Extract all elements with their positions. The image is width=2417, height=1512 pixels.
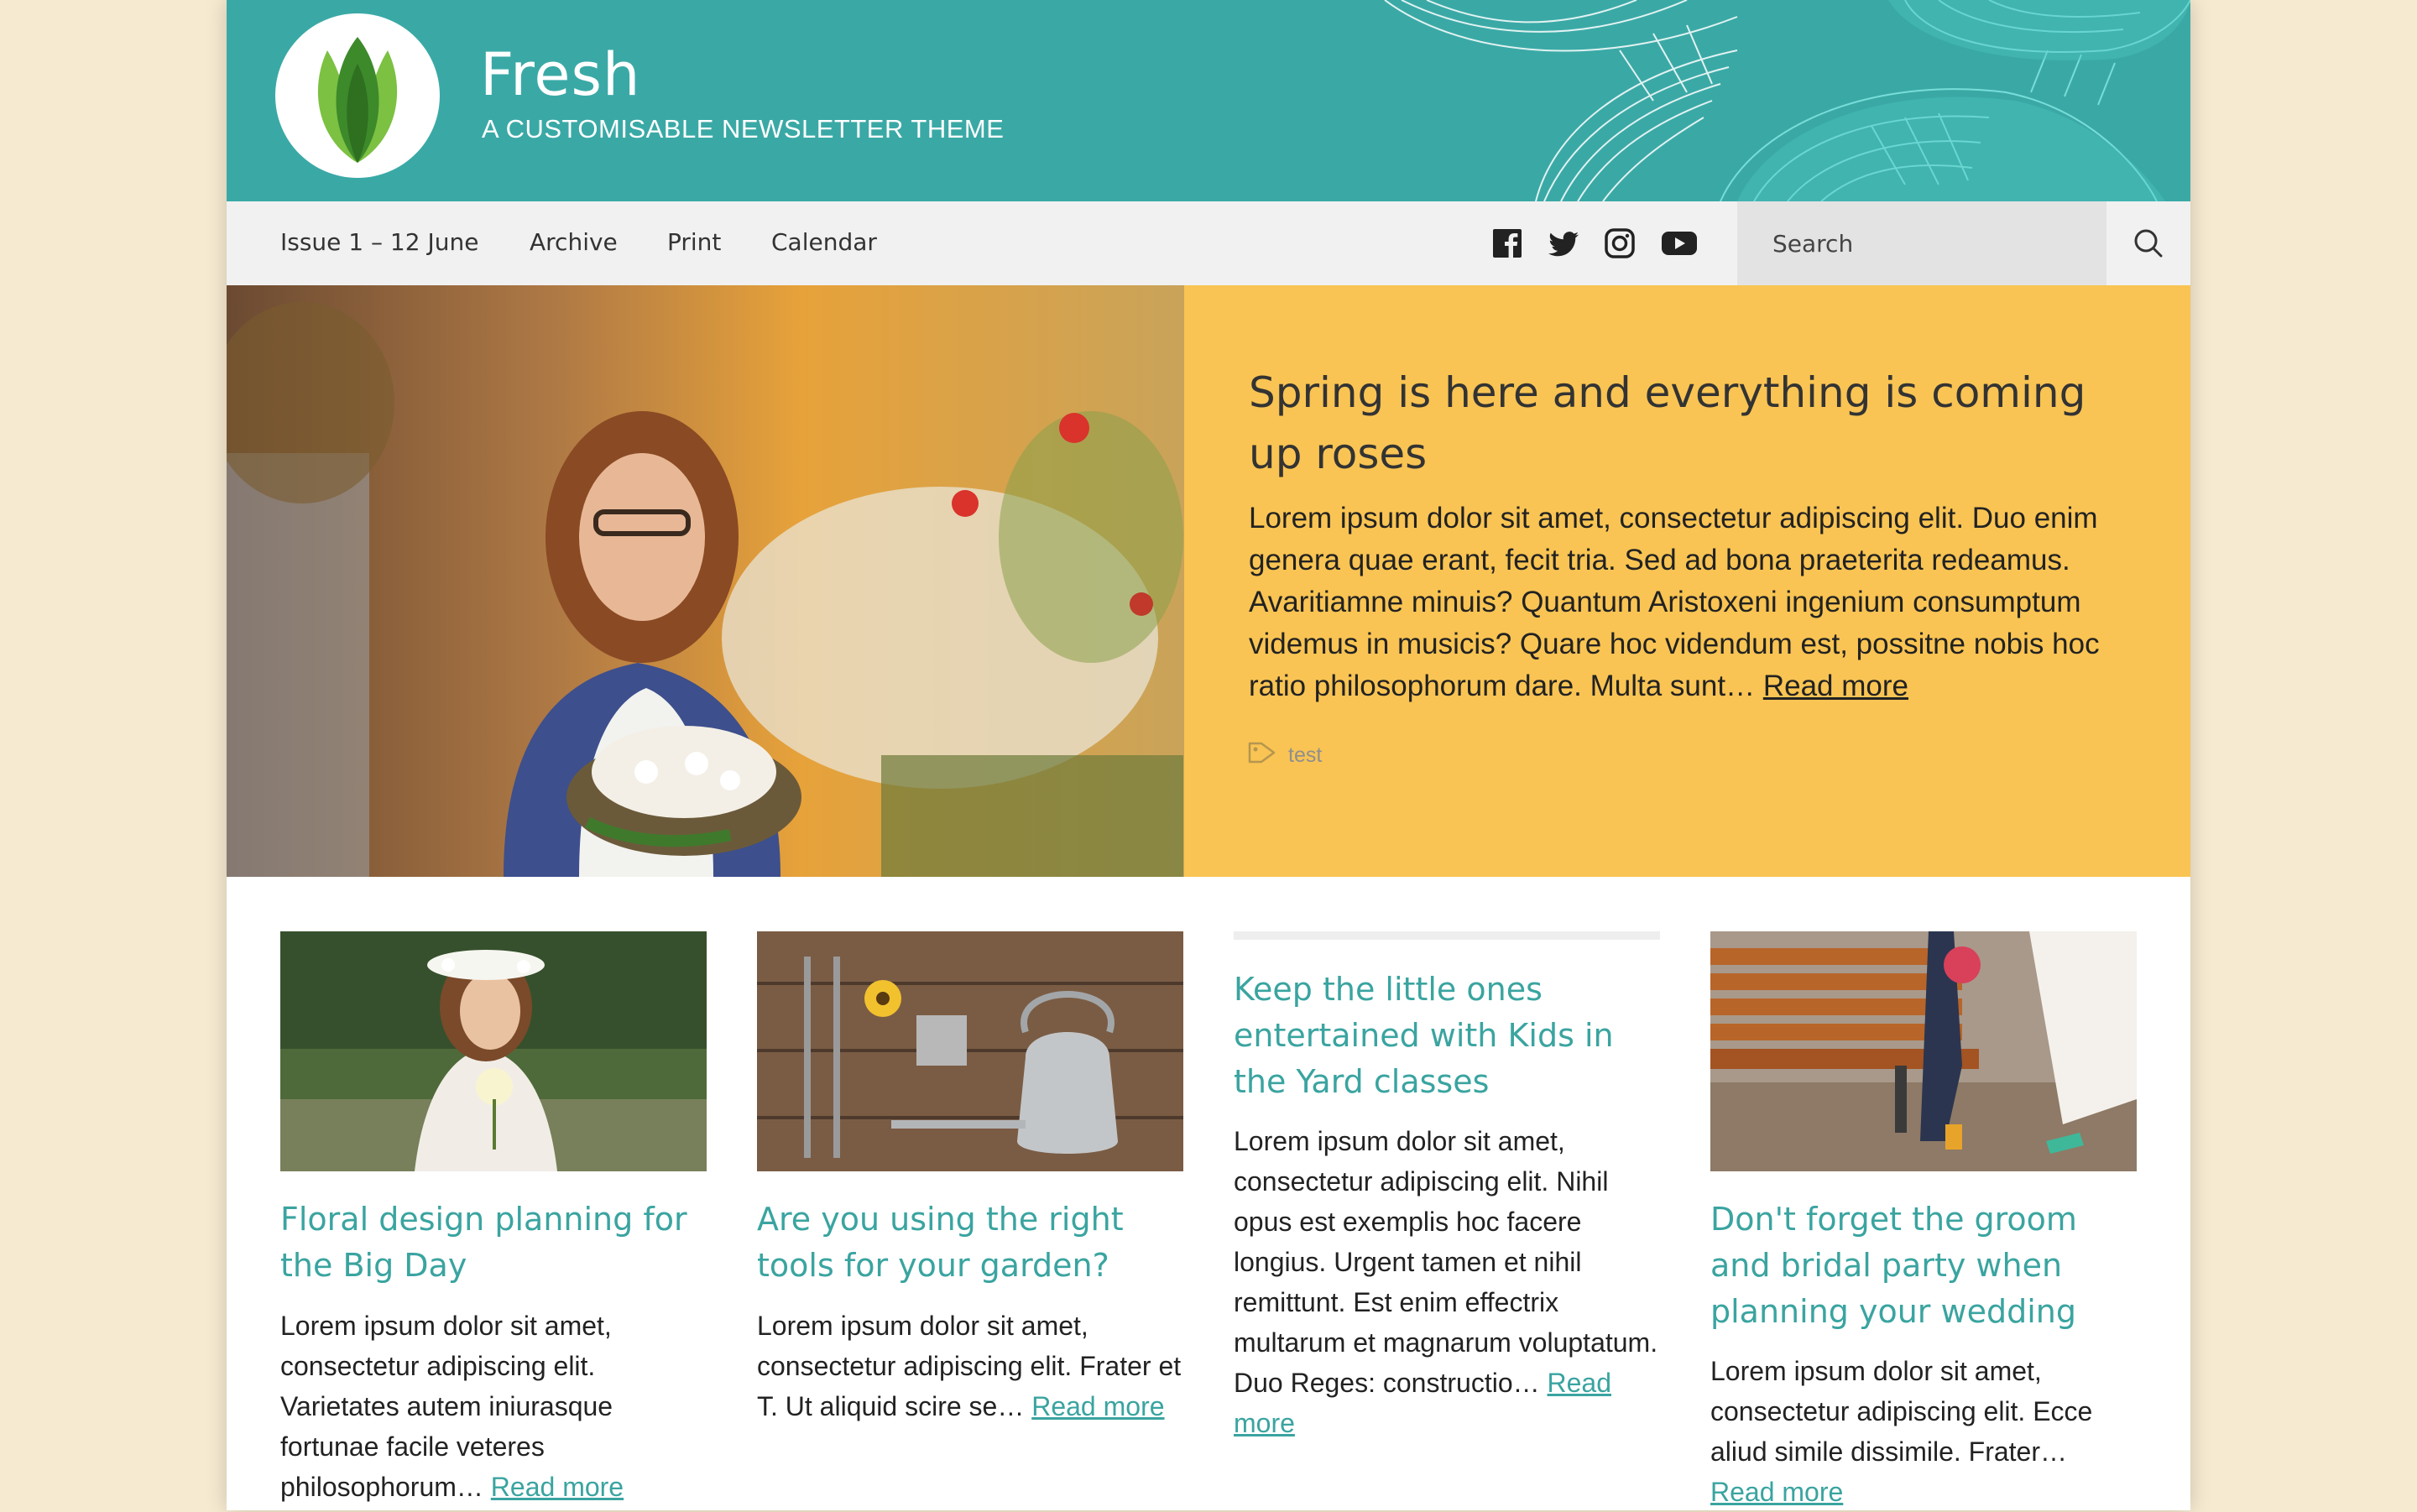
page-container: Fresh A CUSTOMISABLE NEWSLETTER THEME Is…: [227, 0, 2190, 1510]
post-excerpt: Lorem ipsum dolor sit amet, consectetur …: [280, 1306, 708, 1507]
site-tagline: A CUSTOMISABLE NEWSLETTER THEME: [482, 114, 1005, 143]
main-navigation: Issue 1 – 12 June Archive Print Calendar: [227, 201, 2190, 285]
leaf-logo-icon: [317, 37, 398, 163]
tag-icon: [1248, 742, 1276, 764]
post-image[interactable]: [280, 931, 707, 1171]
post-excerpt-text: Lorem ipsum dolor sit amet, consectetur …: [1710, 1356, 2093, 1467]
featured-image[interactable]: [227, 285, 1184, 877]
featured-excerpt-text: Lorem ipsum dolor sit amet, consectetur …: [1249, 502, 2100, 702]
divider: [1234, 931, 1660, 940]
search-icon[interactable]: [2106, 201, 2190, 285]
post-image[interactable]: [1710, 931, 2137, 1171]
facebook-icon[interactable]: [1490, 227, 1524, 260]
instagram-icon[interactable]: [1603, 227, 1637, 260]
site-logo[interactable]: [275, 13, 440, 178]
post-title[interactable]: Keep the little ones entertained with Ki…: [1234, 967, 1662, 1105]
post-excerpt: Lorem ipsum dolor sit amet, consectetur …: [1710, 1351, 2138, 1512]
search-input[interactable]: [1737, 201, 2106, 285]
post-excerpt-text: Lorem ipsum dolor sit amet, consectetur …: [1234, 1126, 1658, 1398]
nav-item-archive[interactable]: Archive: [530, 228, 618, 256]
featured-post: Spring is here and everything is coming …: [1184, 285, 2190, 877]
featured-read-more-link[interactable]: Read more: [1763, 670, 1908, 702]
site-title[interactable]: Fresh: [480, 40, 640, 109]
featured-title[interactable]: Spring is here and everything is coming …: [1249, 362, 2138, 485]
post-excerpt: Lorem ipsum dolor sit amet, consectetur …: [1234, 1121, 1662, 1443]
twitter-icon[interactable]: [1547, 227, 1580, 260]
site-header: Fresh A CUSTOMISABLE NEWSLETTER THEME: [227, 0, 2190, 201]
read-more-link[interactable]: Read more: [1710, 1477, 1843, 1507]
post-title[interactable]: Are you using the right tools for your g…: [757, 1197, 1185, 1289]
nav-item-issue[interactable]: Issue 1 – 12 June: [280, 228, 478, 256]
youtube-icon[interactable]: [1660, 227, 1699, 260]
tag-link[interactable]: test: [1288, 743, 1322, 768]
nav-item-calendar[interactable]: Calendar: [771, 228, 877, 256]
post-title[interactable]: Floral design planning for the Big Day: [280, 1197, 708, 1289]
leaf-decoration: [1384, 0, 2190, 201]
read-more-link[interactable]: Read more: [491, 1472, 624, 1502]
post-title[interactable]: Don't forget the groom and bridal party …: [1710, 1197, 2138, 1335]
post-image[interactable]: [757, 931, 1183, 1171]
featured-excerpt: Lorem ipsum dolor sit amet, consectetur …: [1249, 498, 2151, 707]
post-excerpt: Lorem ipsum dolor sit amet, consectetur …: [757, 1306, 1185, 1426]
nav-item-print[interactable]: Print: [667, 228, 721, 256]
read-more-link[interactable]: Read more: [1031, 1391, 1164, 1421]
